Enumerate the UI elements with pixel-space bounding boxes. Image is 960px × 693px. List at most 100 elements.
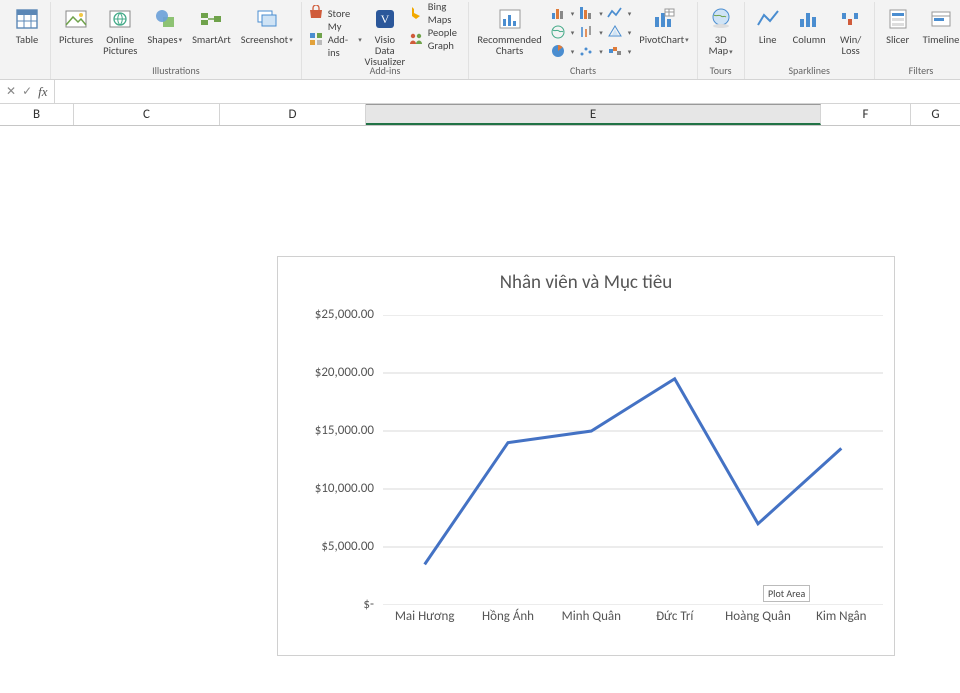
group-label-tours: Tours: [710, 65, 732, 79]
bar-chart-icon: [550, 5, 566, 21]
chart-y-tick: $20,000.00: [284, 365, 374, 380]
chart-tooltip: Plot Area: [763, 585, 810, 602]
timeline-button[interactable]: Timeline: [921, 4, 960, 56]
enter-formula-button[interactable]: ✓: [22, 84, 32, 99]
chart-x-tick: Đức Trí: [634, 609, 716, 624]
chart-scatter-button[interactable]: ▾: [578, 42, 603, 60]
chart-y-tick: $-: [284, 597, 374, 612]
table-icon: [13, 6, 41, 32]
globe-icon: [707, 6, 735, 32]
smartart-icon: [197, 6, 225, 32]
slicer-label: Slicer: [886, 34, 909, 56]
table-label: Table: [16, 34, 38, 56]
bing-label: Bing Maps: [428, 0, 463, 26]
recommended-charts-button[interactable]: Recommended Charts: [475, 4, 543, 56]
chart-title[interactable]: Nhân viên và Mục tiêu: [278, 257, 894, 304]
people-graph-label: People Graph: [428, 26, 463, 52]
smartart-button[interactable]: SmartArt: [190, 4, 233, 56]
group-label-charts: Charts: [570, 65, 596, 79]
sparkline-winloss-button[interactable]: Win/ Loss: [834, 4, 868, 56]
chart-y-tick: $15,000.00: [284, 423, 374, 438]
people-graph-button[interactable]: People Graph: [408, 30, 463, 48]
shapes-label: Shapes▾: [147, 34, 182, 56]
chart-column-button[interactable]: ▾: [578, 4, 603, 22]
chart-y-tick: $10,000.00: [284, 481, 374, 496]
ribbon-group-illustrations: Pictures Online Pictures Shapes▾ SmartAr…: [51, 2, 302, 79]
group-label-filters: Filters: [909, 65, 934, 79]
store-label: Store: [328, 7, 351, 20]
online-pictures-button[interactable]: Online Pictures: [101, 4, 139, 56]
chart-maps-button[interactable]: ▾: [550, 23, 575, 41]
chart-x-tick: Hoàng Quân: [717, 609, 799, 624]
sparkline-line-button[interactable]: Line: [751, 4, 785, 56]
column-headers: B C D E F G: [0, 104, 960, 126]
screenshot-icon: [253, 6, 281, 32]
pie-chart-icon: [550, 43, 566, 59]
chart-plot-area[interactable]: [383, 315, 883, 605]
addins-icon: [308, 31, 324, 47]
visio-button[interactable]: V Visio Data Visualizer: [368, 4, 402, 56]
pivotchart-label: PivotChart▾: [639, 34, 688, 56]
chart-pie-button[interactable]: ▾: [550, 42, 575, 60]
online-pictures-icon: [106, 6, 134, 32]
ribbon-group-charts: Recommended Charts ▾ ▾ ▾ ▾ ▾ ▾ ▾ ▾ ▾: [469, 2, 697, 79]
store-icon: [308, 5, 324, 21]
col-header-D[interactable]: D: [220, 104, 366, 125]
embedded-chart[interactable]: Nhân viên và Mục tiêu $- $5,000.00 $10,000…: [277, 256, 895, 656]
col-header-F[interactable]: F: [821, 104, 911, 125]
visio-icon: V: [371, 6, 399, 32]
slicer-icon: [884, 6, 912, 32]
my-addins-button[interactable]: My Add-ins▾: [308, 30, 362, 48]
3d-map-button[interactable]: 3D Map▾: [704, 4, 738, 56]
chart-line-button[interactable]: ▾: [607, 4, 632, 22]
bing-icon: [408, 5, 424, 21]
shapes-button[interactable]: Shapes▾: [145, 4, 184, 56]
shapes-icon: [151, 6, 179, 32]
formula-input[interactable]: [54, 80, 960, 103]
screenshot-button[interactable]: Screenshot▾: [239, 4, 295, 56]
table-button[interactable]: Table: [10, 4, 44, 56]
chart-y-tick: $5,000.00: [284, 539, 374, 554]
scatter-chart-icon: [578, 43, 594, 59]
chart-x-tick: Minh Quân: [550, 609, 632, 624]
my-addins-label: My Add-ins: [328, 20, 354, 59]
col-header-C[interactable]: C: [74, 104, 220, 125]
sparkline-line-icon: [754, 6, 782, 32]
bing-maps-button[interactable]: Bing Maps: [408, 4, 463, 22]
recommended-charts-icon: [496, 6, 524, 32]
chart-surface-button[interactable]: ▾: [607, 42, 632, 60]
pictures-button[interactable]: Pictures: [57, 4, 95, 56]
ribbon-group-tables: Table: [4, 2, 51, 79]
sparkline-column-label: Column: [793, 34, 826, 56]
col-header-B[interactable]: B: [0, 104, 74, 125]
svg-text:V: V: [380, 12, 389, 26]
radar-chart-icon: [607, 24, 623, 40]
chart-x-tick: Mai Hương: [384, 609, 466, 624]
stock-chart-icon: [578, 24, 594, 40]
col-header-G[interactable]: G: [911, 104, 960, 125]
cancel-formula-button[interactable]: ✕: [6, 84, 16, 99]
timeline-label: Timeline: [923, 34, 960, 56]
online-pictures-label: Online Pictures: [103, 34, 137, 56]
pivotchart-button[interactable]: PivotChart▾: [637, 4, 690, 56]
ribbon-group-sparklines: Line Column Win/ Loss Sparklines: [745, 2, 875, 79]
chart-bar-button[interactable]: ▾: [550, 4, 575, 22]
chart-radar-button[interactable]: ▾: [607, 23, 632, 41]
fx-button[interactable]: fx: [38, 84, 47, 100]
col-header-E[interactable]: E: [366, 104, 821, 125]
visio-label: Visio Data Visualizer: [364, 34, 405, 56]
ribbon: Table Pictures Online Pictures Shapes▾ S…: [0, 0, 960, 80]
sparkline-winloss-icon: [837, 6, 865, 32]
slicer-button[interactable]: Slicer: [881, 4, 915, 56]
chart-data-series[interactable]: [425, 379, 842, 565]
worksheet-area[interactable]: Nhân viên và Mục tiêu $- $5,000.00 $10,000…: [0, 126, 960, 693]
pictures-icon: [62, 6, 90, 32]
pivotchart-icon: [650, 6, 678, 32]
sparkline-column-button[interactable]: Column: [791, 4, 828, 56]
chart-y-tick: $25,000.00: [284, 307, 374, 322]
chart-x-tick: Hồng Ánh: [467, 609, 549, 624]
chart-x-tick: Kim Ngân: [800, 609, 882, 624]
chart-stock-button[interactable]: ▾: [578, 23, 603, 41]
ribbon-group-addins: Store My Add-ins▾ V Visio Data Visualize…: [302, 2, 470, 79]
line-chart-icon: [607, 5, 623, 21]
